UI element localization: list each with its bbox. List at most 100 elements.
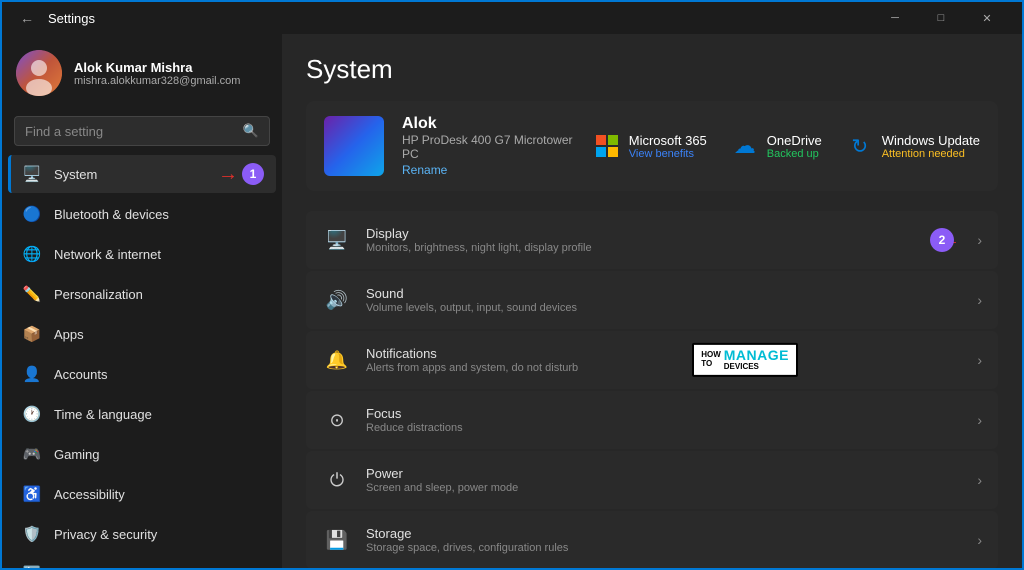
power-desc: Screen and sleep, power mode bbox=[366, 482, 977, 494]
sidebar-item-accessibility[interactable]: ♿ Accessibility bbox=[8, 475, 276, 513]
storage-desc: Storage space, drives, configuration rul… bbox=[366, 542, 977, 554]
sidebar-item-bluetooth[interactable]: 🔵 Bluetooth & devices bbox=[8, 195, 276, 233]
onedrive-sub: Backed up bbox=[767, 148, 822, 160]
setting-notifications[interactable]: 🔔 Notifications Alerts from apps and sys… bbox=[306, 331, 998, 389]
system-icon: 🖥️ bbox=[22, 164, 42, 184]
system-badge: 1 bbox=[242, 163, 264, 185]
onedrive-info[interactable]: ☁ OneDrive Backed up bbox=[731, 132, 822, 160]
notifications-text: Notifications Alerts from apps and syste… bbox=[366, 346, 977, 374]
minimize-button[interactable]: ─ bbox=[872, 2, 918, 34]
accessibility-icon: ♿ bbox=[22, 484, 42, 504]
rename-link[interactable]: Rename bbox=[402, 163, 575, 177]
close-button[interactable]: ✕ bbox=[964, 2, 1010, 34]
storage-title: Storage bbox=[366, 526, 977, 541]
title-bar: ← Settings ─ □ ✕ bbox=[2, 2, 1022, 34]
notifications-desc: Alerts from apps and system, do not dist… bbox=[366, 362, 977, 374]
display-title: Display bbox=[366, 226, 977, 241]
display-chevron-icon: › bbox=[977, 232, 982, 248]
sidebar-item-label-network: Network & internet bbox=[54, 247, 161, 262]
apps-icon: 📦 bbox=[22, 324, 42, 344]
back-button[interactable]: ← bbox=[14, 8, 40, 28]
focus-chevron-icon: › bbox=[977, 412, 982, 428]
display-badge: 2 bbox=[930, 228, 954, 252]
sidebar-item-label-bluetooth: Bluetooth & devices bbox=[54, 207, 169, 222]
notifications-chevron-icon: › bbox=[977, 352, 982, 368]
sound-title: Sound bbox=[366, 286, 977, 301]
ms365-text: Microsoft 365 View benefits bbox=[629, 133, 707, 160]
setting-display[interactable]: 🖥️ Display Monitors, brightness, night l… bbox=[306, 211, 998, 269]
display-text: Display Monitors, brightness, night ligh… bbox=[366, 226, 977, 254]
ms365-icon bbox=[593, 132, 621, 160]
focus-text: Focus Reduce distractions bbox=[366, 406, 977, 434]
winupdate-info[interactable]: ↻ Windows Update Attention needed bbox=[846, 132, 980, 160]
onedrive-text: OneDrive Backed up bbox=[767, 133, 822, 160]
winupdate-title: Windows Update bbox=[882, 133, 980, 148]
sidebar-item-label-personalization: Personalization bbox=[54, 287, 143, 302]
focus-icon: ⊙ bbox=[322, 405, 352, 435]
page-title: System bbox=[306, 54, 998, 85]
onedrive-icon: ☁ bbox=[731, 132, 759, 160]
device-icon bbox=[324, 116, 384, 176]
gaming-icon: 🎮 bbox=[22, 444, 42, 464]
storage-chevron-icon: › bbox=[977, 532, 982, 548]
sidebar-item-network[interactable]: 🌐 Network & internet bbox=[8, 235, 276, 273]
device-info: Alok HP ProDesk 400 G7 Microtower PC Ren… bbox=[402, 115, 575, 177]
title-controls: ─ □ ✕ bbox=[872, 2, 1010, 34]
display-desc: Monitors, brightness, night light, displ… bbox=[366, 242, 977, 254]
device-model: HP ProDesk 400 G7 Microtower PC bbox=[402, 133, 575, 161]
ms365-sub: View benefits bbox=[629, 148, 707, 160]
sidebar-item-label-gaming: Gaming bbox=[54, 447, 100, 462]
user-name: Alok Kumar Mishra bbox=[74, 60, 240, 75]
notifications-icon: 🔔 bbox=[322, 345, 352, 375]
privacy-icon: 🛡️ bbox=[22, 524, 42, 544]
user-info: Alok Kumar Mishra mishra.alokkumar328@gm… bbox=[74, 60, 240, 87]
storage-icon: 💾 bbox=[322, 525, 352, 555]
winupdate-icon: ↻ bbox=[846, 132, 874, 160]
personalization-icon: ✏️ bbox=[22, 284, 42, 304]
ms365-title: Microsoft 365 bbox=[629, 133, 707, 148]
search-input[interactable] bbox=[25, 124, 235, 139]
storage-text: Storage Storage space, drives, configura… bbox=[366, 526, 977, 554]
sidebar-item-privacy[interactable]: 🛡️ Privacy & security bbox=[8, 515, 276, 553]
sidebar-item-label-privacy: Privacy & security bbox=[54, 527, 157, 542]
sidebar-item-label-accessibility: Accessibility bbox=[54, 487, 125, 502]
content-area: Alok Kumar Mishra mishra.alokkumar328@gm… bbox=[2, 34, 1022, 568]
device-name: Alok bbox=[402, 115, 575, 133]
power-icon: ⏻ bbox=[322, 465, 352, 495]
maximize-button[interactable]: □ bbox=[918, 2, 964, 34]
title-bar-left: ← Settings bbox=[14, 8, 872, 28]
setting-sound[interactable]: 🔊 Sound Volume levels, output, input, so… bbox=[306, 271, 998, 329]
search-icon: 🔍 bbox=[243, 123, 259, 139]
sidebar-item-gaming[interactable]: 🎮 Gaming bbox=[8, 435, 276, 473]
sidebar-item-label-time: Time & language bbox=[54, 407, 152, 422]
power-chevron-icon: › bbox=[977, 472, 982, 488]
main-content: System Alok HP ProDesk 400 G7 Microtower… bbox=[282, 34, 1022, 568]
sidebar-item-accounts[interactable]: 👤 Accounts bbox=[8, 355, 276, 393]
sidebar-item-time[interactable]: 🕐 Time & language bbox=[8, 395, 276, 433]
user-email: mishra.alokkumar328@gmail.com bbox=[74, 75, 240, 87]
settings-list: 🖥️ Display Monitors, brightness, night l… bbox=[306, 211, 998, 568]
sidebar-item-label-accounts: Accounts bbox=[54, 367, 107, 382]
sidebar-item-system[interactable]: 🖥️ System → 1 bbox=[8, 155, 276, 193]
sidebar-item-personalization[interactable]: ✏️ Personalization bbox=[8, 275, 276, 313]
bluetooth-icon: 🔵 bbox=[22, 204, 42, 224]
sound-icon: 🔊 bbox=[322, 285, 352, 315]
setting-storage[interactable]: 💾 Storage Storage space, drives, configu… bbox=[306, 511, 998, 568]
setting-focus[interactable]: ⊙ Focus Reduce distractions › bbox=[306, 391, 998, 449]
search-box[interactable]: 🔍 bbox=[14, 116, 270, 146]
windows-update-icon: 🔄 bbox=[22, 564, 42, 568]
setting-power[interactable]: ⏻ Power Screen and sleep, power mode › bbox=[306, 451, 998, 509]
winupdate-text: Windows Update Attention needed bbox=[882, 133, 980, 160]
accounts-icon: 👤 bbox=[22, 364, 42, 384]
sidebar-item-label-apps: Apps bbox=[54, 327, 84, 342]
display-icon: 🖥️ bbox=[322, 225, 352, 255]
onedrive-title: OneDrive bbox=[767, 133, 822, 148]
sidebar-item-windows-update[interactable]: 🔄 Windows Update bbox=[8, 555, 276, 568]
ms365-info[interactable]: Microsoft 365 View benefits bbox=[593, 132, 707, 160]
sound-chevron-icon: › bbox=[977, 292, 982, 308]
focus-desc: Reduce distractions bbox=[366, 422, 977, 434]
time-icon: 🕐 bbox=[22, 404, 42, 424]
sidebar-item-apps[interactable]: 📦 Apps bbox=[8, 315, 276, 353]
sidebar-item-label-system: System bbox=[54, 167, 97, 182]
user-section[interactable]: Alok Kumar Mishra mishra.alokkumar328@gm… bbox=[2, 34, 282, 112]
